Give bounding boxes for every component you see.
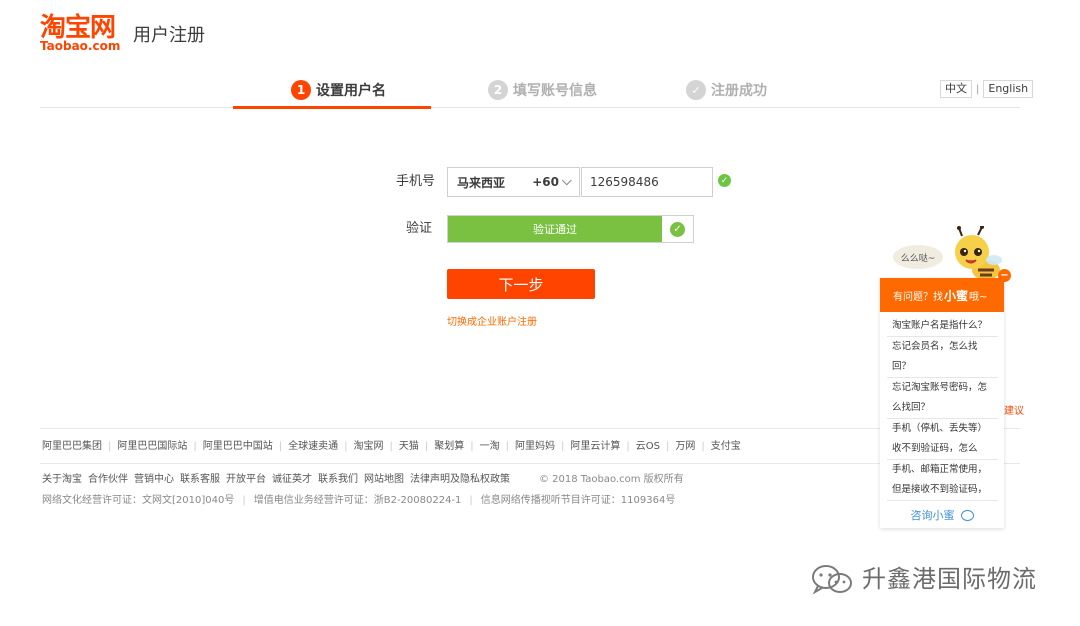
step-label: 填写账号信息	[513, 83, 597, 99]
footer-link[interactable]: 营销中心	[134, 473, 174, 487]
step-label: 注册成功	[711, 83, 767, 99]
footer-link[interactable]: 万网	[675, 440, 695, 454]
footer-link[interactable]: 云OS	[636, 440, 660, 454]
footer-link[interactable]: 全球速卖通	[288, 440, 338, 454]
footer-link[interactable]: 联系客服	[180, 473, 220, 487]
footer-link[interactable]: 支付宝	[711, 440, 741, 454]
wechat-icon	[812, 565, 852, 595]
steps-divider	[40, 107, 1020, 108]
help-panel: 有问题？找 小蜜 哦~ 淘宝账户名是指什么？ 忘记会员名，怎么找回？ 忘记淘宝账…	[880, 278, 1004, 528]
watermark-text: 升鑫港国际物流	[862, 565, 1037, 593]
step-number-1: 1	[291, 80, 311, 100]
next-step-button[interactable]: 下一步	[447, 269, 595, 299]
footer-links-group-sites: 阿里巴巴集团 | 阿里巴巴国际站 | 阿里巴巴中国站 | 全球速卖通 | 淘宝网 | 天猫…	[42, 440, 741, 454]
footer-link[interactable]: 聚划算	[434, 440, 464, 454]
verify-label: 验证	[406, 221, 433, 236]
footer-link[interactable]: 联系我们	[318, 473, 358, 487]
country-name: 马来西亚	[457, 175, 506, 190]
license-info: 网络文化经营许可证：文网文[2010]040号 | 增值电信业务经营许可证：浙B2…	[42, 495, 676, 506]
verification-slider[interactable]: 验证通过 ✓	[447, 215, 694, 243]
footer-link[interactable]: 阿里巴巴国际站	[117, 440, 187, 454]
check-circle-icon: ✓	[718, 174, 731, 187]
footer-link[interactable]: 阿里巴巴集团	[42, 440, 102, 454]
taobao-logo-cn[interactable]: 淘宝网	[40, 14, 116, 42]
check-circle-icon: ✓	[686, 80, 706, 100]
country-code: +60	[532, 175, 559, 189]
help-header-post: 哦~	[969, 291, 988, 303]
footer-link[interactable]: 阿里巴巴中国站	[203, 440, 273, 454]
phone-number-input[interactable]: 126598486	[581, 167, 713, 197]
footer-link[interactable]: 开放平台	[226, 473, 266, 487]
lang-separator: |	[976, 83, 980, 95]
chat-icon	[960, 509, 974, 521]
step-fill-account-info: 2 填写账号信息	[488, 80, 597, 100]
copyright: © 2018 Taobao.com 版权所有	[539, 474, 684, 485]
license-text: 增值电信业务经营许可证：浙B2-20080224-1	[253, 495, 462, 506]
language-switcher: 中文 | English	[940, 80, 1034, 98]
step-set-username: 1 设置用户名	[291, 80, 386, 100]
speech-bubble: 么么哒~	[893, 245, 943, 269]
lang-chinese-button[interactable]: 中文	[940, 80, 972, 98]
footer-link[interactable]: 阿里妈妈	[515, 440, 555, 454]
help-header-pre: 有问题？找	[893, 291, 943, 303]
footer-divider	[40, 428, 1020, 429]
slider-fill: 验证通过	[448, 216, 662, 242]
consult-label: 咨询小蜜	[910, 509, 955, 522]
feedback-link[interactable]: 建议	[1004, 405, 1024, 419]
switch-enterprise-link[interactable]: 切换成企业账户注册	[447, 316, 537, 330]
phone-label: 手机号	[396, 174, 436, 189]
step-label: 设置用户名	[316, 83, 386, 99]
taobao-logo-en[interactable]: Taobao.com	[40, 39, 120, 53]
license-text: 网络文化经营许可证：文网文[2010]040号	[42, 495, 235, 506]
footer-link[interactable]: 关于淘宝	[42, 473, 82, 487]
step-number-2: 2	[488, 80, 508, 100]
step-register-success: ✓ 注册成功	[686, 80, 767, 100]
license-text: 信息网络传播视听节目许可证：1109364号	[480, 495, 676, 506]
footer-link[interactable]: 淘宝网	[354, 440, 384, 454]
help-question[interactable]: 手机（停机、丢失等）收不到验证码，怎么	[887, 419, 998, 460]
footer-link[interactable]: 一淘	[480, 440, 500, 454]
active-step-underline	[233, 106, 431, 109]
help-question[interactable]: 手机、邮箱正常使用，但是接收不到验证码，	[887, 460, 998, 501]
slider-handle[interactable]: ✓	[662, 216, 693, 242]
help-question[interactable]: 忘记淘宝账号密码，怎么找回？	[887, 378, 998, 419]
help-header-name: 小蜜	[944, 288, 969, 303]
consult-button[interactable]: 咨询小蜜	[880, 502, 1004, 528]
help-header: 有问题？找 小蜜 哦~	[880, 278, 1004, 312]
footer-link[interactable]: 合作伙伴	[88, 473, 128, 487]
lang-english-button[interactable]: English	[983, 80, 1034, 98]
check-circle-icon: ✓	[670, 221, 685, 237]
footer-link[interactable]: 诚征英才	[272, 473, 312, 487]
chevron-down-icon	[561, 174, 572, 185]
help-question[interactable]: 淘宝账户名是指什么？	[887, 316, 998, 337]
help-question-list: 淘宝账户名是指什么？ 忘记会员名，怎么找回？ 忘记淘宝账号密码，怎么找回？ 手机…	[880, 312, 1004, 504]
help-question[interactable]: 忘记会员名，怎么找回？	[887, 337, 998, 378]
footer-links-about: 关于淘宝 合作伙伴 营销中心 联系客服 开放平台 诚征英才 联系我们 网站地图 …	[42, 473, 516, 487]
footer-divider	[40, 463, 1020, 464]
footer-link[interactable]: 网站地图	[364, 473, 404, 487]
footer-link[interactable]: 法律声明及隐私权政策	[410, 473, 510, 487]
footer-link[interactable]: 天猫	[399, 440, 419, 454]
page-title: 用户注册	[133, 25, 205, 46]
footer-link[interactable]: 阿里云计算	[570, 440, 620, 454]
country-code-select[interactable]: 马来西亚 +60	[447, 167, 580, 197]
